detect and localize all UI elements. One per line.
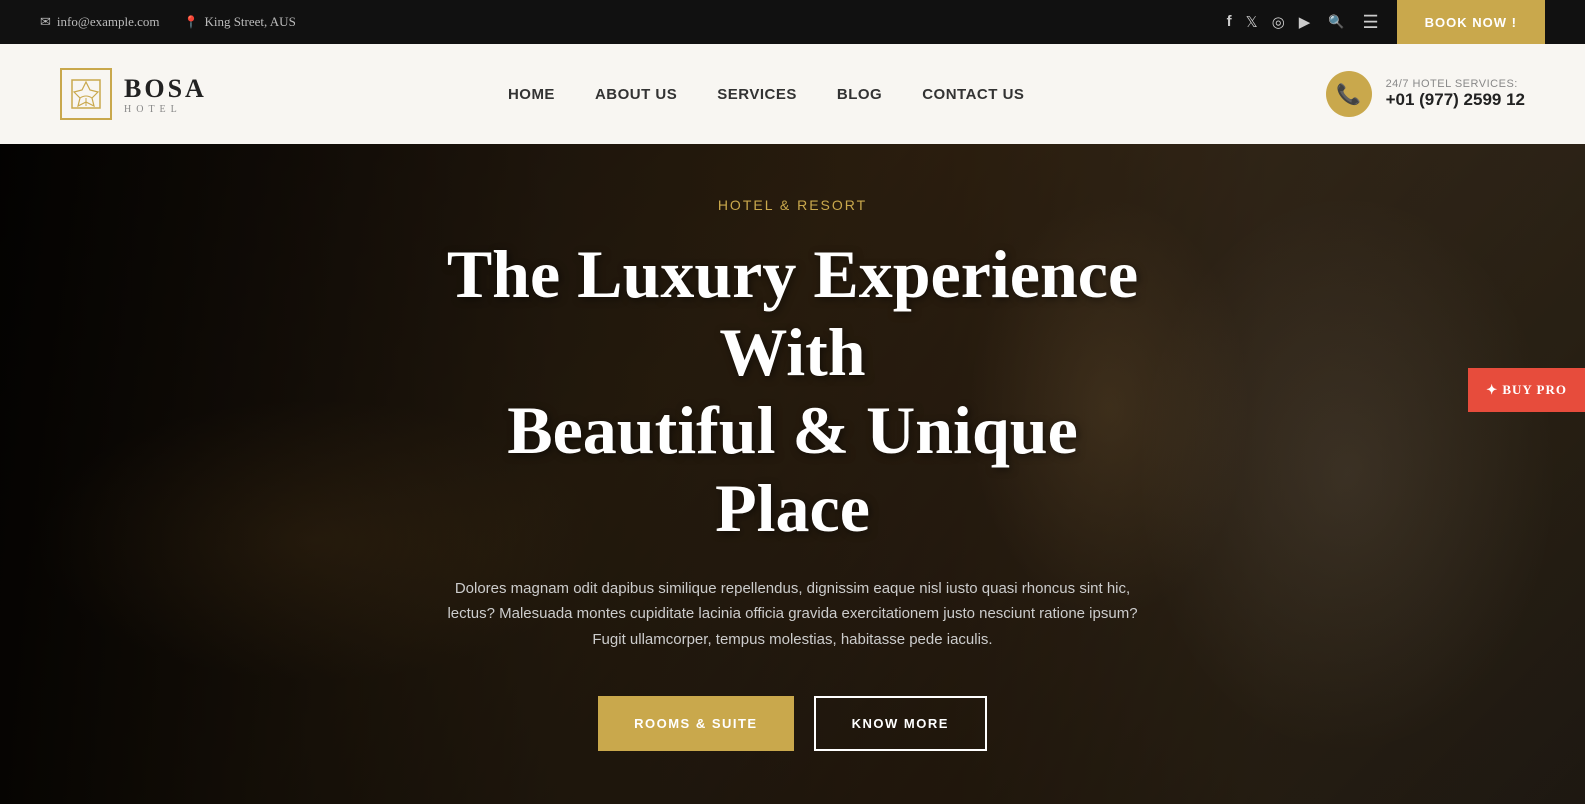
mail-icon [40, 14, 51, 30]
instagram-icon[interactable] [1272, 13, 1285, 32]
top-bar-left: info@example.com King Street, AUS [40, 14, 296, 30]
hero-title-line2: Beautiful & Unique Place [507, 392, 1078, 546]
hero-title-line1: The Luxury Experience With [447, 236, 1138, 390]
nav-phone: 24/7 HOTEL SERVICES: +01 (977) 2599 12 [1326, 71, 1525, 117]
facebook-icon[interactable] [1227, 13, 1232, 31]
phone-icon [1336, 82, 1361, 107]
phone-number: +01 (977) 2599 12 [1386, 90, 1525, 110]
nav-about[interactable]: ABOUT US [595, 86, 677, 103]
top-bar-right: BOOK NOW ! [1227, 0, 1545, 44]
phone-text: 24/7 HOTEL SERVICES: +01 (977) 2599 12 [1386, 78, 1525, 110]
logo-svg [70, 78, 102, 110]
hamburger-menu-icon[interactable] [1363, 12, 1379, 33]
hero-buttons: ROOMS & SUITE KNOW MORE [433, 696, 1153, 751]
social-icons [1227, 13, 1311, 32]
logo-icon [60, 68, 112, 120]
know-more-button[interactable]: KNOW MORE [814, 696, 987, 751]
twitter-icon[interactable] [1246, 13, 1258, 32]
hero-description: Dolores magnam odit dapibus similique re… [433, 576, 1153, 653]
nav-home[interactable]: HOME [508, 86, 555, 103]
buy-pro-badge[interactable]: ✦ BUY PRO [1468, 368, 1585, 412]
logo[interactable]: BOSA HOTEL [60, 68, 207, 120]
logo-text: BOSA HOTEL [124, 74, 207, 115]
logo-sub: HOTEL [124, 104, 207, 115]
phone-label: 24/7 HOTEL SERVICES: [1386, 78, 1525, 90]
logo-name: BOSA [124, 74, 207, 104]
address-info: King Street, AUS [183, 14, 295, 30]
navbar: BOSA HOTEL HOME ABOUT US SERVICES BLOG C… [0, 44, 1585, 144]
hero-section: HOTEL & RESORT The Luxury Experience Wit… [0, 144, 1585, 804]
nav-contact[interactable]: CONTACT US [922, 86, 1024, 103]
address-text: King Street, AUS [204, 14, 295, 30]
email-text: info@example.com [57, 14, 160, 30]
top-bar: info@example.com King Street, AUS BOOK N… [0, 0, 1585, 44]
phone-icon-circle [1326, 71, 1372, 117]
rooms-suite-button[interactable]: ROOMS & SUITE [598, 696, 794, 751]
nav-services[interactable]: SERVICES [717, 86, 797, 103]
search-icon[interactable] [1328, 14, 1344, 31]
email-info: info@example.com [40, 14, 159, 30]
hero-content: HOTEL & RESORT The Luxury Experience Wit… [393, 197, 1193, 751]
book-now-button[interactable]: BOOK NOW ! [1397, 0, 1545, 44]
nav-links: HOME ABOUT US SERVICES BLOG CONTACT US [508, 86, 1025, 103]
nav-blog[interactable]: BLOG [837, 86, 882, 103]
hero-subtitle: HOTEL & RESORT [433, 197, 1153, 213]
pin-icon [183, 15, 198, 30]
hero-title: The Luxury Experience With Beautiful & U… [433, 235, 1153, 548]
youtube-icon[interactable] [1299, 13, 1311, 32]
